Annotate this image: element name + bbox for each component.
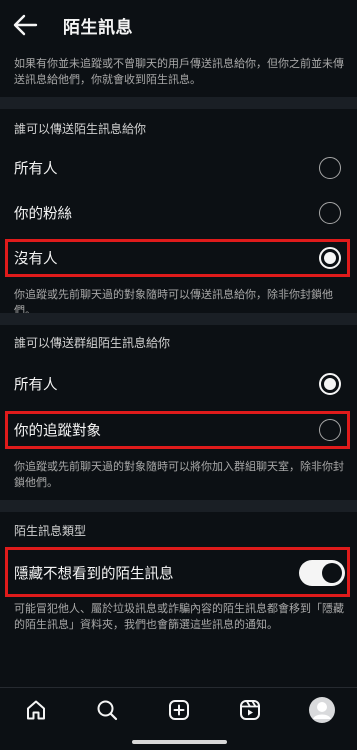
- radio-button-selected[interactable]: [319, 247, 341, 269]
- option-following[interactable]: 你的追蹤對象: [0, 410, 357, 450]
- section-divider: [0, 97, 357, 109]
- reels-icon[interactable]: [235, 696, 265, 724]
- profile-avatar-icon[interactable]: [307, 696, 337, 724]
- option-everyone[interactable]: 所有人: [0, 148, 357, 188]
- option-label: 你的追蹤對象: [14, 423, 101, 440]
- radio-button-selected[interactable]: [319, 373, 341, 395]
- section-heading-group-messages: 誰可以傳送群組陌生訊息給你: [14, 336, 171, 350]
- section-divider: [0, 500, 357, 512]
- group-messages-note: 你追蹤或先前聊天過的對象隨時可以將你加入群組聊天室，除非你封鎖他們。: [14, 460, 344, 489]
- section-heading-message-type: 陌生訊息類型: [14, 524, 87, 538]
- radio-button[interactable]: [319, 419, 341, 441]
- home-icon[interactable]: [21, 696, 51, 724]
- message-type-note: 可能冒犯他人、屬於垃圾訊息或詐騙內容的陌生訊息都會移到「隱藏的陌生訊息」資料夾，…: [14, 602, 344, 631]
- create-post-icon[interactable]: [164, 696, 194, 724]
- option-label: 所有人: [14, 377, 58, 394]
- hide-messages-toggle[interactable]: [299, 560, 345, 586]
- section-divider: [0, 313, 357, 325]
- search-icon[interactable]: [92, 696, 122, 724]
- section-heading-direct-messages: 誰可以傳送陌生訊息給你: [14, 122, 147, 136]
- back-button[interactable]: [12, 13, 38, 37]
- top-app-bar: 陌生訊息: [0, 0, 357, 50]
- option-label: 沒有人: [14, 251, 58, 268]
- home-indicator: [132, 740, 227, 744]
- option-followers[interactable]: 你的粉絲: [0, 193, 357, 233]
- intro-description: 如果有你並未追蹤或不曾聊天的用戶傳送訊息給你，但你之前並未傳送訊息給他們，你就會…: [14, 57, 344, 86]
- option-label: 你的粉絲: [14, 206, 72, 223]
- toggle-label: 隱藏不想看到的陌生訊息: [14, 566, 174, 583]
- arrow-left-icon: [13, 14, 38, 36]
- radio-button[interactable]: [319, 202, 341, 224]
- radio-button[interactable]: [319, 157, 341, 179]
- option-everyone-group[interactable]: 所有人: [0, 364, 357, 404]
- option-no-one[interactable]: 沒有人: [0, 238, 357, 278]
- option-label: 所有人: [14, 161, 58, 178]
- hide-unwanted-messages-row[interactable]: 隱藏不想看到的陌生訊息: [0, 553, 357, 593]
- page-title: 陌生訊息: [63, 18, 133, 38]
